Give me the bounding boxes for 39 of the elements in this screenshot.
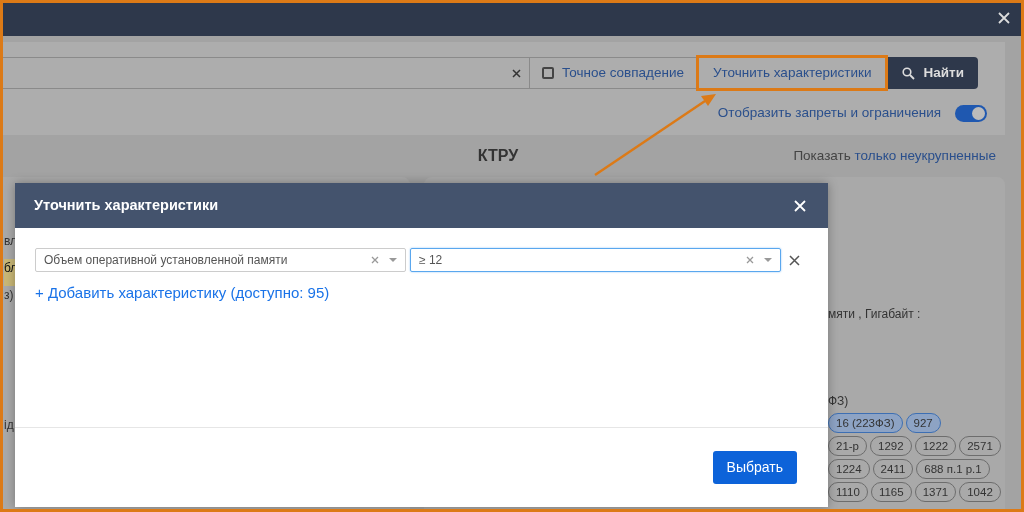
filter-link[interactable]: только неукрупненные (854, 147, 996, 163)
law-chip[interactable]: 2571 (959, 436, 1001, 456)
checkbox[interactable] (542, 67, 554, 79)
text-fragment: з) (4, 287, 14, 304)
law-chip[interactable]: 1224 (828, 459, 870, 479)
toggle-label: Отобразить запреты и ограничения (717, 104, 941, 122)
close-icon[interactable] (998, 12, 1010, 24)
caret-icon[interactable] (764, 258, 772, 262)
value-select[interactable]: ≥ 12 (410, 248, 781, 272)
law-chip[interactable]: 2411 (872, 459, 914, 479)
add-characteristic-link[interactable]: + Добавить характеристику (доступно: 95) (35, 282, 330, 305)
law-chip[interactable]: 1165 (870, 482, 912, 502)
refine-button[interactable]: Уточнить характеристики (697, 57, 887, 89)
search-field[interactable] (0, 57, 530, 89)
characteristic-select[interactable]: Объем оперативной установленной памяти (35, 248, 406, 272)
remove-icon[interactable] (789, 254, 800, 266)
filter-text: Показать только неукрупненные (793, 146, 996, 165)
find-button[interactable]: Найти (888, 57, 978, 89)
caret-icon[interactable] (389, 258, 397, 262)
section-title: КТРУ (477, 146, 519, 166)
law-chip[interactable]: 927 (905, 413, 941, 433)
toggle-switch[interactable] (955, 104, 987, 122)
clear-icon[interactable] (512, 68, 521, 78)
select-button[interactable]: Выбрать (712, 451, 797, 484)
law-chip[interactable]: 1222 (914, 436, 957, 456)
search-icon (902, 66, 916, 80)
clear-icon[interactable] (371, 256, 379, 264)
law-chip[interactable]: 21-р (828, 436, 868, 456)
law-chip[interactable]: 1292 (870, 436, 912, 456)
law-text: ФЗ) (828, 393, 849, 410)
law-chip[interactable]: 1371 (914, 482, 957, 502)
text-fragment: ід (4, 417, 14, 434)
characteristic-text: мяти , Гигабайт : (828, 306, 921, 323)
clear-icon[interactable] (746, 256, 754, 264)
law-chip[interactable]: 688 п.1 р.1 (916, 459, 990, 479)
law-chip[interactable]: 1110 (828, 482, 868, 502)
modal-title: Уточнить характеристики (34, 195, 219, 215)
law-chip[interactable]: 16 (223ФЗ) (828, 413, 903, 433)
law-chip[interactable]: 1042 (959, 482, 1001, 502)
